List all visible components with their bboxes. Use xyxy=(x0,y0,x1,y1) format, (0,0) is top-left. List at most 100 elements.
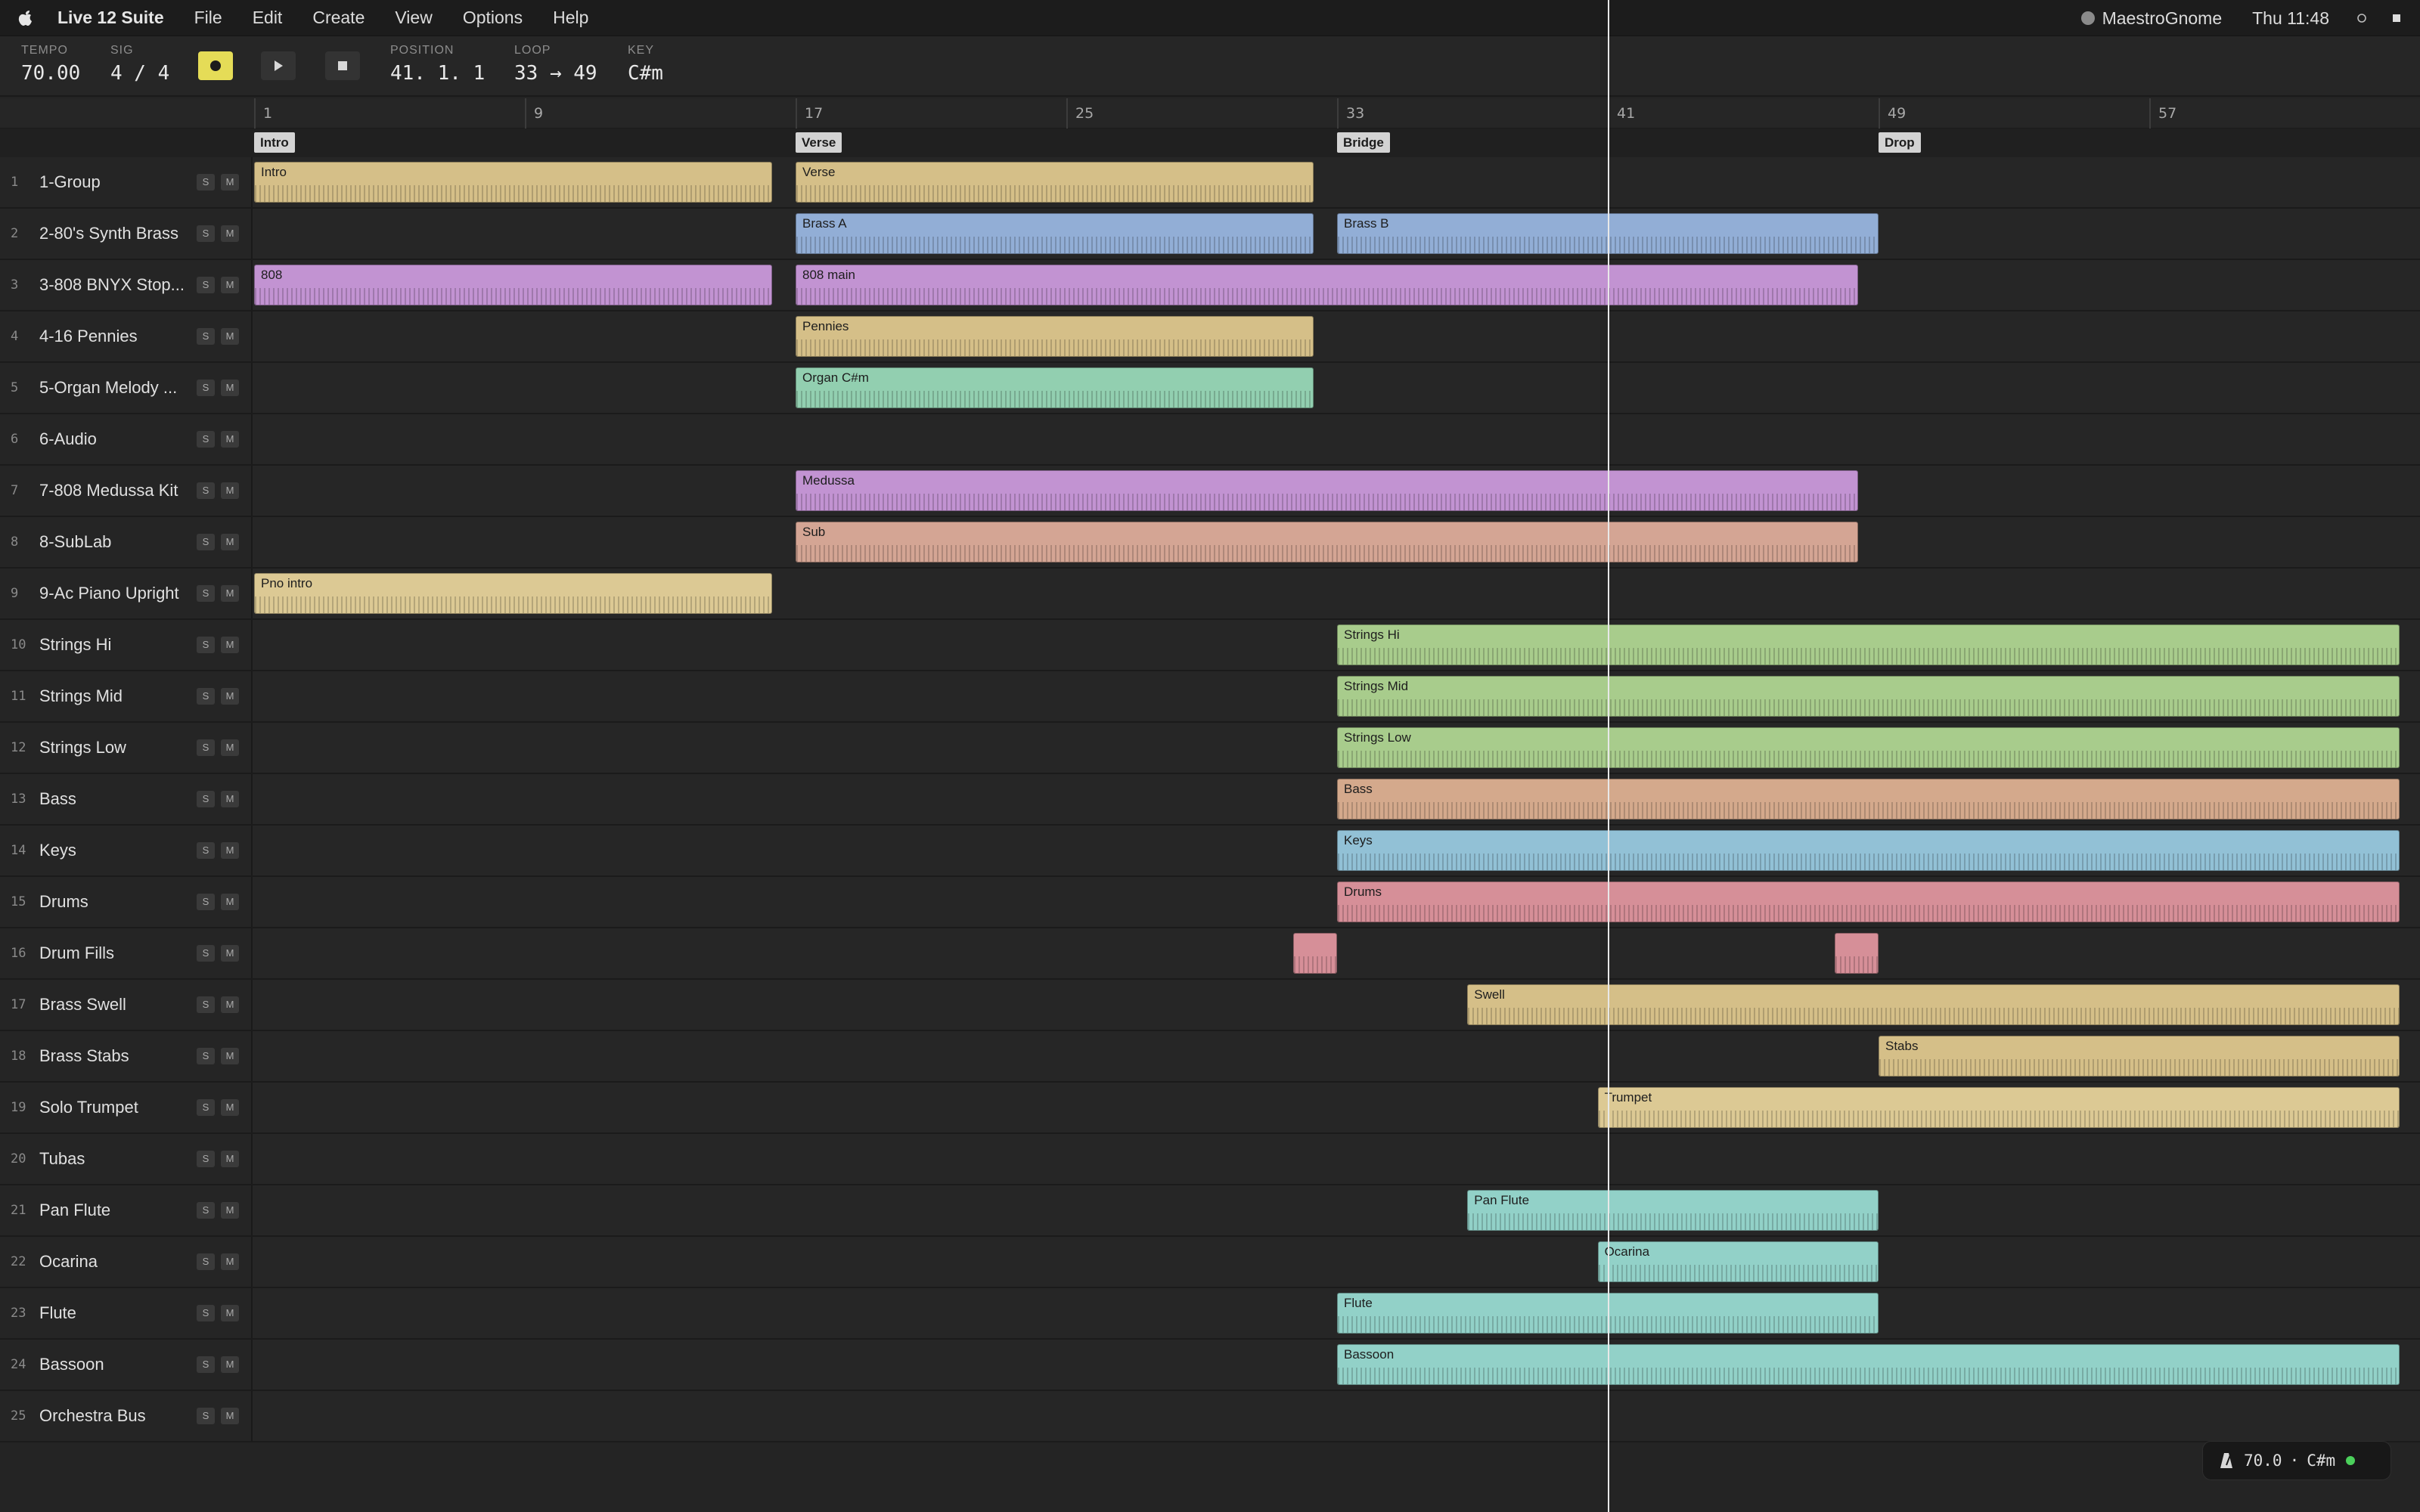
solo-button[interactable]: S xyxy=(197,842,215,859)
ruler-tick[interactable]: 25 xyxy=(1066,98,1094,129)
clip[interactable]: Bassoon xyxy=(1337,1344,2400,1385)
app-menu[interactable]: Live 12 Suite xyxy=(57,8,164,28)
menu-create[interactable]: Create xyxy=(312,8,365,28)
track-name[interactable]: 5-Organ Melody ... xyxy=(39,363,189,413)
solo-button[interactable]: S xyxy=(197,637,215,653)
mute-button[interactable]: M xyxy=(221,534,239,550)
track-header[interactable]: 9 9-Ac Piano Upright S M xyxy=(0,569,253,618)
track-header[interactable]: 3 3-808 BNYX Stop... S M xyxy=(0,260,253,310)
track-header[interactable]: 17 Brass Swell S M xyxy=(0,980,253,1030)
clip[interactable]: Strings Mid xyxy=(1337,676,2400,717)
track-name[interactable]: 8-SubLab xyxy=(39,517,189,567)
mute-button[interactable]: M xyxy=(221,585,239,602)
track-header[interactable]: 5 5-Organ Melody ... S M xyxy=(0,363,253,413)
solo-button[interactable]: S xyxy=(197,1048,215,1064)
track-header[interactable]: 25 Orchestra Bus S M xyxy=(0,1391,253,1441)
track-header[interactable]: 24 Bassoon S M xyxy=(0,1340,253,1390)
position-value[interactable]: 41. 1. 1 xyxy=(390,62,485,85)
clip[interactable] xyxy=(1834,933,1879,974)
track-header[interactable]: 13 Bass S M xyxy=(0,774,253,824)
mute-button[interactable]: M xyxy=(221,739,239,756)
stop-square-icon[interactable] xyxy=(2391,13,2402,23)
track-name[interactable]: Solo Trumpet xyxy=(39,1083,189,1132)
menu-edit[interactable]: Edit xyxy=(253,8,283,28)
clip[interactable]: Strings Low xyxy=(1337,727,2400,768)
menu-file[interactable]: File xyxy=(194,8,222,28)
mute-button[interactable]: M xyxy=(221,791,239,807)
track-row[interactable]: 19 Solo Trumpet S M Trumpet xyxy=(0,1083,2420,1134)
solo-button[interactable]: S xyxy=(197,328,215,345)
solo-button[interactable]: S xyxy=(197,431,215,448)
clip[interactable]: Verse xyxy=(796,162,1314,203)
track-header[interactable]: 22 Ocarina S M xyxy=(0,1237,253,1287)
ruler-tick[interactable]: 57 xyxy=(2149,98,2176,129)
menu-options[interactable]: Options xyxy=(463,8,523,28)
clip[interactable]: Pennies xyxy=(796,316,1314,357)
track-header[interactable]: 18 Brass Stabs S M xyxy=(0,1031,253,1081)
locator-lane[interactable]: Intro Verse Bridge Drop xyxy=(0,129,2420,157)
track-row[interactable]: 7 7-808 Medussa Kit S M Medussa xyxy=(0,466,2420,517)
track-name[interactable]: Strings Mid xyxy=(39,671,189,721)
track-header[interactable]: 16 Drum Fills S M xyxy=(0,928,253,978)
track-row[interactable]: 22 Ocarina S M Ocarina xyxy=(0,1237,2420,1288)
track-row[interactable]: 12 Strings Low S M Strings Low xyxy=(0,723,2420,774)
mute-button[interactable]: M xyxy=(221,1305,239,1321)
locator-intro[interactable]: Intro xyxy=(254,132,295,153)
loop-value[interactable]: 33 → 49 xyxy=(514,62,597,85)
track-name[interactable]: 2-80's Synth Brass xyxy=(39,209,189,259)
clip[interactable]: 808 xyxy=(254,265,772,305)
track-row[interactable]: 15 Drums S M Drums xyxy=(0,877,2420,928)
solo-button[interactable]: S xyxy=(197,945,215,962)
clip[interactable]: Brass A xyxy=(796,213,1314,254)
track-header[interactable]: 2 2-80's Synth Brass S M xyxy=(0,209,253,259)
user-name[interactable]: MaestroGnome xyxy=(2102,8,2223,29)
key-value[interactable]: C#m xyxy=(628,62,663,85)
clip[interactable]: Pno intro xyxy=(254,573,772,614)
track-row[interactable]: 9 9-Ac Piano Upright S M Pno intro xyxy=(0,569,2420,620)
track-row[interactable]: 4 4-16 Pennies S M Pennies xyxy=(0,311,2420,363)
status-pill[interactable]: 70.0 · C#m xyxy=(2202,1441,2391,1480)
menu-view[interactable]: View xyxy=(395,8,432,28)
track-name[interactable]: 4-16 Pennies xyxy=(39,311,189,361)
ruler-tick[interactable]: 49 xyxy=(1879,98,1906,129)
track-header[interactable]: 8 8-SubLab S M xyxy=(0,517,253,567)
clip[interactable]: 808 main xyxy=(796,265,1859,305)
track-name[interactable]: Strings Low xyxy=(39,723,189,773)
solo-button[interactable]: S xyxy=(197,1151,215,1167)
track-name[interactable]: Brass Swell xyxy=(39,980,189,1030)
clip[interactable]: Drums xyxy=(1337,881,2400,922)
solo-button[interactable]: S xyxy=(197,482,215,499)
track-header[interactable]: 10 Strings Hi S M xyxy=(0,620,253,670)
tempo-value[interactable]: 70.00 xyxy=(21,62,80,85)
clip[interactable]: Intro xyxy=(254,162,772,203)
solo-button[interactable]: S xyxy=(197,996,215,1013)
track-header[interactable]: 11 Strings Mid S M xyxy=(0,671,253,721)
playhead[interactable] xyxy=(1608,0,1609,1512)
mute-button[interactable]: M xyxy=(221,894,239,910)
solo-button[interactable]: S xyxy=(197,225,215,242)
mute-button[interactable]: M xyxy=(221,1202,239,1219)
mute-button[interactable]: M xyxy=(221,1356,239,1373)
solo-button[interactable]: S xyxy=(197,1408,215,1424)
track-name[interactable]: 6-Audio xyxy=(39,414,189,464)
track-header[interactable]: 20 Tubas S M xyxy=(0,1134,253,1184)
track-header[interactable]: 15 Drums S M xyxy=(0,877,253,927)
mute-button[interactable]: M xyxy=(221,174,239,191)
track-name[interactable]: 3-808 BNYX Stop... xyxy=(39,260,189,310)
track-name[interactable]: Pan Flute xyxy=(39,1185,189,1235)
clip[interactable]: Organ C#m xyxy=(796,367,1314,408)
track-row[interactable]: 1 1-Group S M Intro Verse xyxy=(0,157,2420,209)
solo-button[interactable]: S xyxy=(197,1356,215,1373)
track-row[interactable]: 3 3-808 BNYX Stop... S M 808 808 main xyxy=(0,260,2420,311)
ruler-tick[interactable]: 1 xyxy=(254,98,272,129)
track-name[interactable]: Flute xyxy=(39,1288,189,1338)
clip[interactable]: Keys xyxy=(1337,830,2400,871)
key-field[interactable]: KEY C#m xyxy=(628,44,663,85)
clip[interactable]: Stabs xyxy=(1879,1036,2400,1077)
solo-button[interactable]: S xyxy=(197,791,215,807)
ruler-tick[interactable]: 9 xyxy=(525,98,543,129)
solo-button[interactable]: S xyxy=(197,380,215,396)
position-field[interactable]: POSITION 41. 1. 1 xyxy=(390,44,485,85)
track-header[interactable]: 19 Solo Trumpet S M xyxy=(0,1083,253,1132)
track-row[interactable]: 10 Strings Hi S M Strings Hi xyxy=(0,620,2420,671)
